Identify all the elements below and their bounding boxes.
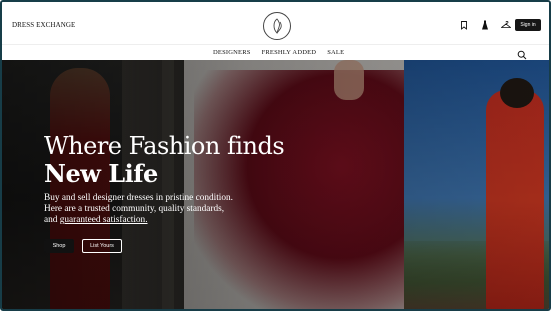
bookmark-icon[interactable] [459, 20, 469, 30]
nav-bar: DESIGNERS FRESHLY ADDED SALE [2, 44, 549, 60]
hero-subtitle-prefix: and [44, 215, 60, 225]
guarantee-link[interactable]: guaranteed satisfaction. [60, 215, 148, 225]
hero-title: Where Fashion finds New Life [44, 132, 285, 188]
nav-item-sale[interactable]: SALE [327, 49, 344, 56]
search-icon[interactable] [517, 47, 527, 60]
hero-title-line1: Where Fashion finds [44, 132, 285, 160]
browser-frame: DRESS EXCHANGE Sign in DESIGNERS FRESHLY… [0, 0, 551, 311]
hero-subtitle-line3: and guaranteed satisfaction. [44, 215, 274, 226]
sign-in-button[interactable]: Sign in [515, 19, 541, 31]
nav-item-designers[interactable]: DESIGNERS [213, 49, 251, 56]
shop-button[interactable]: Shop [44, 239, 74, 253]
hero-subtitle-line1: Buy and sell designer dresses in pristin… [44, 193, 234, 203]
main-nav: DESIGNERS FRESHLY ADDED SALE [213, 49, 344, 56]
list-yours-button[interactable]: List Yours [82, 239, 122, 253]
dress-icon[interactable] [480, 20, 490, 30]
hero-subtitle-line2: Here are a trusted community, quality st… [44, 204, 225, 214]
nav-item-freshly-added[interactable]: FRESHLY ADDED [262, 49, 317, 56]
hero-title-line2: New Life [44, 159, 158, 188]
brand-name[interactable]: DRESS EXCHANGE [12, 21, 75, 29]
header-icons [459, 20, 511, 30]
hero-banner: Where Fashion finds New Life Buy and sel… [2, 60, 549, 309]
hero-subtitle: Buy and sell designer dresses in pristin… [44, 193, 274, 226]
hanger-icon[interactable] [501, 20, 511, 30]
header: DRESS EXCHANGE Sign in [2, 2, 549, 44]
logo-icon[interactable] [263, 12, 291, 40]
